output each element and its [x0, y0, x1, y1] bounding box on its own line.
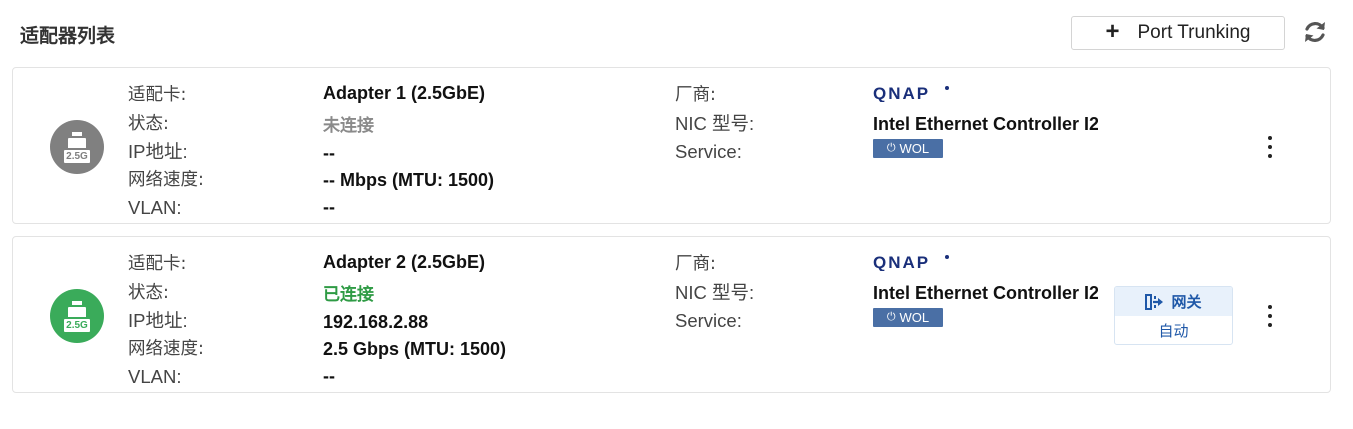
gateway-mode: 自动: [1158, 322, 1189, 340]
power-icon: ⏻: [886, 142, 896, 154]
ip-value: --: [323, 143, 335, 163]
gateway-badge[interactable]: 网关 自动: [1114, 286, 1233, 345]
adapter-card: 2.5G 适配卡: 状态: IP地址: 网络速度: VLAN: Adapter …: [12, 236, 1331, 393]
page-title: 适配器列表: [20, 25, 116, 47]
adapter-card: 2.5G 适配卡: 状态: IP地址: 网络速度: VLAN: Adapter …: [12, 67, 1331, 224]
vlan-value: --: [323, 197, 335, 217]
ip-label: IP地址:: [128, 310, 188, 331]
wol-badge[interactable]: ⏻ WOL: [873, 308, 943, 327]
nic-model-label: NIC 型号:: [675, 282, 755, 303]
speed-value: -- Mbps (MTU: 1500): [323, 170, 494, 190]
nic-model-value: Intel Ethernet Controller I225-V: [873, 114, 1098, 134]
nic-model-label: NIC 型号:: [675, 113, 755, 134]
gateway-icon: [1145, 293, 1164, 310]
refresh-icon[interactable]: [1300, 17, 1330, 47]
status-value: 未连接: [323, 116, 374, 136]
port-trunking-button[interactable]: + Port Trunking: [1071, 16, 1285, 50]
speed-value: 2.5 Gbps (MTU: 1500): [323, 339, 507, 359]
port-speed-label: 2.5G: [64, 149, 90, 163]
adapter-name: Adapter 2 (2.5GbE): [323, 252, 486, 272]
vlan-value: --: [323, 366, 335, 386]
speed-label: 网络速度:: [128, 339, 204, 359]
qnap-logo: QNAP: [873, 84, 951, 107]
speed-label: 网络速度:: [128, 170, 204, 190]
wol-label: WOL: [899, 310, 930, 325]
status-value: 已连接: [323, 285, 374, 305]
nic-model-value: Intel Ethernet Controller I225-V: [873, 283, 1098, 303]
plus-icon: +: [1105, 18, 1120, 45]
port-speed-label: 2.5G: [64, 318, 90, 332]
gateway-label: 网关: [1171, 293, 1202, 311]
vendor-logo-text: QNAP: [873, 84, 930, 102]
ethernet-port-icon: 2.5G: [50, 289, 104, 343]
ethernet-port-icon: 2.5G: [50, 120, 104, 174]
adapter-name: Adapter 1 (2.5GbE): [323, 83, 486, 103]
vlan-label: VLAN:: [128, 197, 182, 218]
vlan-label: VLAN:: [128, 366, 182, 387]
service-label: Service:: [675, 310, 742, 331]
wol-badge[interactable]: ⏻ WOL: [873, 139, 943, 158]
power-icon: ⏻: [886, 311, 896, 323]
adapter-label: 适配卡:: [128, 85, 187, 105]
adapter-label: 适配卡:: [128, 254, 187, 274]
status-label: 状态:: [128, 114, 169, 134]
wol-label: WOL: [899, 141, 930, 156]
ip-value: 192.168.2.88: [323, 312, 429, 332]
gateway-header: 网关: [1115, 287, 1232, 316]
status-label: 状态:: [128, 283, 169, 303]
qnap-logo: QNAP: [873, 253, 951, 276]
vendor-label: 厂商:: [675, 85, 716, 105]
ip-label: IP地址:: [128, 141, 188, 162]
service-label: Service:: [675, 141, 742, 162]
more-options-icon[interactable]: [1263, 305, 1277, 327]
vendor-logo-text: QNAP: [873, 253, 930, 271]
vendor-label: 厂商:: [675, 254, 716, 274]
more-options-icon[interactable]: [1263, 136, 1277, 158]
port-trunking-label: Port Trunking: [1137, 22, 1251, 43]
